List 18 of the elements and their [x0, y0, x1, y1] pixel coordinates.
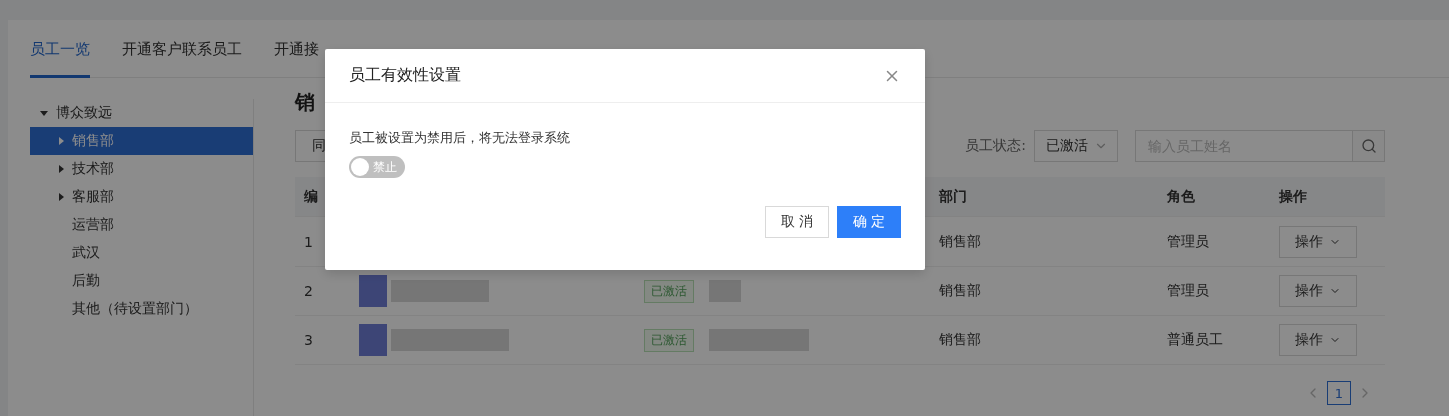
- table-cell-text: 普通员工: [1166, 331, 1224, 349]
- table-cell-text: 3: [303, 332, 314, 348]
- status-tag: 已激活: [644, 328, 694, 352]
- table-cell-text: 管理员: [1166, 282, 1210, 300]
- column-header: 操作: [1278, 187, 1308, 206]
- table-cell-text: 销售部: [938, 331, 982, 349]
- table-cell-text: 1: [303, 233, 314, 250]
- filter-label: 员工状态:: [965, 137, 1026, 155]
- table-cell-text: 销售部: [938, 232, 982, 251]
- status-tag: 已激活: [644, 279, 694, 303]
- column-header: 角色: [1166, 187, 1196, 206]
- column-header: 编: [303, 187, 319, 206]
- table-cell-text: 管理员: [1166, 232, 1210, 251]
- dialog-title: 员工有效性设置: [349, 65, 461, 86]
- table-cell-text: 2: [303, 283, 314, 299]
- column-header: 部门: [938, 187, 968, 206]
- page-title: 销: [295, 89, 316, 116]
- table-cell-text: 销售部: [938, 282, 982, 300]
